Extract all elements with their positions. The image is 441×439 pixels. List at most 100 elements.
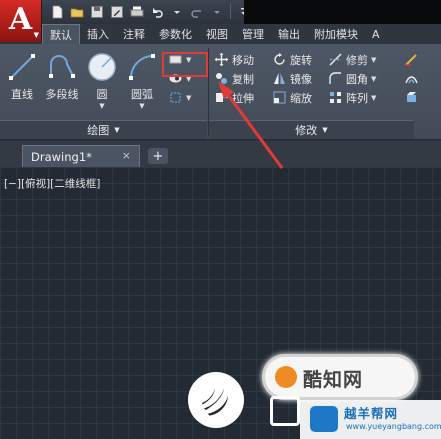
stretch-tool-label: 拉伸 [232, 91, 254, 105]
quick-access-icons [48, 3, 253, 20]
line-tool-button[interactable]: 直线 [2, 50, 42, 102]
polyline-tool-button[interactable]: 多段线 [42, 50, 82, 102]
modify-col-1: 移动 复制 拉伸 [214, 50, 254, 107]
new-file-icon[interactable] [48, 3, 65, 20]
mirror-icon [274, 73, 285, 84]
boundary-icon [170, 92, 181, 103]
save-icon[interactable] [88, 3, 105, 20]
modify-panel-label: 修改 [295, 124, 318, 137]
tab-manage[interactable]: 管理 [235, 24, 271, 44]
tab-insert[interactable]: 插入 [80, 24, 116, 44]
watermark-site-name: 越羊帮网 [344, 406, 399, 421]
ribbon-tab-bar: 默认 插入 注释 参数化 视图 管理 输出 附加模块 A [42, 24, 441, 44]
circle-icon [88, 53, 116, 81]
toolbar-separator [230, 3, 231, 19]
watermark-brand-text: 酷知网 [303, 369, 364, 391]
tab-parametric[interactable]: 参数化 [152, 24, 199, 44]
line-icon [9, 54, 35, 80]
modify-col-4 [404, 50, 419, 107]
circle-tool-label: 圆 [96, 88, 108, 101]
mirror-tool-label: 镜像 [290, 72, 312, 86]
erase-icon [405, 54, 417, 66]
redo-icon[interactable] [188, 3, 205, 20]
stretch-icon [216, 93, 228, 102]
move-tool-label: 移动 [232, 53, 254, 67]
watermark-site-url: www.yueyangbang.com [346, 422, 441, 431]
new-tab-button[interactable]: + [148, 148, 168, 164]
undo-icon[interactable] [148, 3, 165, 20]
arc-tool-label: 圆弧 [131, 88, 153, 101]
move-icon [215, 53, 228, 66]
tab-view[interactable]: 视图 [199, 24, 235, 44]
watermark-cursor-icon [270, 396, 300, 426]
tab-a360[interactable]: A [365, 24, 387, 44]
chevron-down-icon: ▼ [322, 126, 328, 134]
chevron-down-icon: ▼ [186, 93, 192, 102]
chevron-down-icon: ▼ [371, 74, 377, 83]
close-icon[interactable]: × [122, 149, 131, 162]
tab-annotate[interactable]: 注释 [116, 24, 152, 44]
chevron-down-icon: ▼ [139, 102, 145, 110]
erase-tool-button[interactable] [404, 50, 419, 69]
array-tool-button[interactable]: 阵列 ▼ [328, 88, 376, 107]
tab-default[interactable]: 默认 [42, 24, 80, 44]
copy-tool-button[interactable]: 复制 [214, 69, 254, 88]
fillet-tool-button[interactable]: 圆角 ▼ [328, 69, 376, 88]
print-icon[interactable] [128, 3, 145, 20]
circle-tool-button[interactable]: 圆 ▼ [82, 50, 122, 110]
offset-tool-button[interactable] [404, 69, 419, 88]
draw-panel-label: 绘图 [87, 124, 110, 137]
tab-addins[interactable]: 附加模块 [307, 24, 365, 44]
stretch-tool-button[interactable]: 拉伸 [214, 88, 254, 107]
open-folder-icon[interactable] [68, 3, 85, 20]
scale-icon [273, 91, 286, 104]
swirl-logo-icon [202, 388, 228, 416]
application-menu-button[interactable]: A ▼ [0, 0, 42, 42]
modify-panel-title[interactable]: 修改 ▼ [209, 120, 414, 139]
modify-col-3: 修剪 ▼ 圆角 ▼ 阵列 ▼ [328, 50, 376, 107]
arc-tool-button[interactable]: 圆弧 ▼ [122, 50, 162, 110]
ribbon-panel-area: 直线 多段线 圆 ▼ 圆弧 ▼ ▼ ▼ ▼ 移动 复制 拉伸 旋转 镜像 缩放 … [0, 44, 441, 140]
explode-icon [407, 92, 416, 102]
file-tab-drawing1[interactable]: Drawing1* × [22, 145, 140, 167]
mirror-tool-button[interactable]: 镜像 [272, 69, 312, 88]
boundary-tool-button[interactable]: ▼ [168, 88, 191, 107]
rotate-icon [274, 53, 285, 65]
trim-tool-button[interactable]: 修剪 ▼ [328, 50, 376, 69]
copy-icon [216, 73, 227, 84]
undo-dropdown-icon[interactable] [168, 3, 185, 20]
file-tab-bar: Drawing1* × + [0, 141, 441, 167]
save-as-icon[interactable] [108, 3, 125, 20]
rotate-tool-label: 旋转 [290, 53, 312, 67]
offset-icon [405, 76, 418, 84]
explode-tool-button[interactable] [404, 88, 419, 107]
polyline-icon [49, 55, 75, 78]
array-icon [330, 92, 341, 103]
trim-icon [329, 53, 342, 66]
chevron-down-icon: ▼ [371, 93, 377, 102]
array-tool-label: 阵列 [346, 91, 368, 105]
fillet-icon [329, 72, 341, 84]
arc-icon [129, 54, 155, 80]
copy-tool-label: 复制 [232, 72, 254, 86]
chevron-down-icon: ▼ [99, 102, 105, 110]
redo-dropdown-icon[interactable] [208, 3, 225, 20]
scale-tool-button[interactable]: 缩放 [272, 88, 312, 107]
fillet-tool-label: 圆角 [346, 72, 368, 86]
chevron-down-icon: ▼ [371, 55, 377, 64]
polyline-tool-label: 多段线 [45, 88, 79, 101]
quick-access-toolbar [0, 0, 441, 24]
draw-panel-title[interactable]: 绘图 ▼ [0, 120, 207, 139]
title-bar-area [244, 0, 441, 24]
rotate-tool-button[interactable]: 旋转 [272, 50, 312, 69]
trim-tool-label: 修剪 [346, 53, 368, 67]
viewport-controls-label[interactable]: [−][俯视][二维线框] [4, 176, 100, 191]
watermark-site-badge: 越羊帮网 www.yueyangbang.com [300, 400, 441, 439]
tab-output[interactable]: 输出 [271, 24, 307, 44]
chevron-down-icon: ▼ [33, 31, 39, 39]
line-tool-label: 直线 [11, 88, 33, 101]
chevron-down-icon: ▼ [114, 126, 120, 134]
file-tab-name: Drawing1* [31, 149, 92, 164]
move-tool-button[interactable]: 移动 [214, 50, 254, 69]
modify-col-2: 旋转 镜像 缩放 [272, 50, 312, 107]
